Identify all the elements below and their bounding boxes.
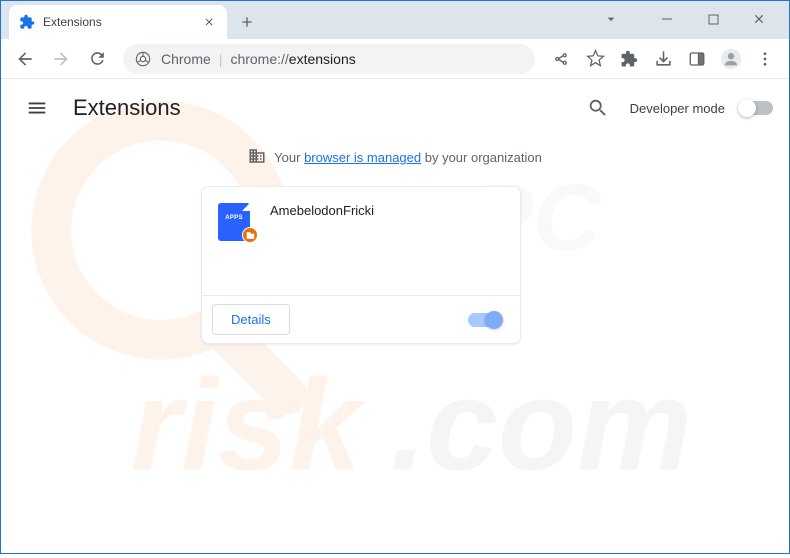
toggle-knob: [485, 311, 503, 329]
toggle-knob: [738, 99, 756, 117]
maximize-button[interactable]: [699, 9, 727, 29]
svg-text:risk: risk: [131, 353, 367, 497]
profile-icon[interactable]: [715, 43, 747, 75]
browser-toolbar: Chrome | chrome://extensions: [1, 39, 789, 79]
page-header: Extensions Developer mode: [1, 79, 789, 137]
close-window-button[interactable]: [745, 9, 773, 29]
extensions-icon[interactable]: [613, 43, 645, 75]
tab-close-icon[interactable]: [201, 14, 217, 30]
share-icon[interactable]: [545, 43, 577, 75]
tab-title: Extensions: [43, 15, 193, 29]
extension-puzzle-icon: [19, 14, 35, 30]
extension-name: AmebelodonFricki: [270, 203, 374, 279]
download-icon[interactable]: [647, 43, 679, 75]
developer-mode-toggle[interactable]: [739, 101, 773, 115]
window-controls: [581, 1, 789, 37]
new-tab-button[interactable]: [233, 8, 261, 36]
developer-mode-label: Developer mode: [630, 101, 725, 116]
managed-notice: Your browser is managed by your organiza…: [1, 137, 789, 186]
bookmark-icon[interactable]: [579, 43, 611, 75]
building-icon: [248, 147, 266, 168]
search-icon[interactable]: [580, 90, 616, 126]
omnibox-divider: |: [219, 51, 223, 67]
tab-search-icon[interactable]: [597, 9, 625, 29]
extension-app-icon: [218, 203, 254, 239]
details-button[interactable]: Details: [212, 304, 290, 335]
svg-text:.com: .com: [390, 353, 692, 497]
reload-button[interactable]: [81, 43, 113, 75]
managed-badge-icon: [242, 227, 258, 243]
browser-tab[interactable]: Extensions: [9, 5, 227, 39]
managed-prefix: Your: [274, 150, 304, 165]
menu-icon[interactable]: [749, 43, 781, 75]
managed-suffix: by your organization: [421, 150, 542, 165]
managed-link[interactable]: browser is managed: [304, 150, 421, 165]
back-button[interactable]: [9, 43, 41, 75]
minimize-button[interactable]: [653, 9, 681, 29]
forward-button[interactable]: [45, 43, 77, 75]
omnibox-prefix: Chrome: [161, 51, 211, 67]
page-title: Extensions: [73, 95, 181, 121]
sidepanel-icon[interactable]: [681, 43, 713, 75]
extension-enable-toggle[interactable]: [468, 313, 502, 327]
address-bar[interactable]: Chrome | chrome://extensions: [123, 44, 535, 74]
chrome-icon: [135, 51, 151, 67]
omnibox-url-scheme: chrome://: [230, 51, 288, 67]
omnibox-text: Chrome | chrome://extensions: [161, 51, 356, 67]
hamburger-menu-icon[interactable]: [17, 88, 57, 128]
omnibox-url-path: extensions: [289, 51, 356, 67]
window-titlebar: Extensions: [1, 1, 789, 39]
extension-card: AmebelodonFricki Details: [201, 186, 521, 344]
